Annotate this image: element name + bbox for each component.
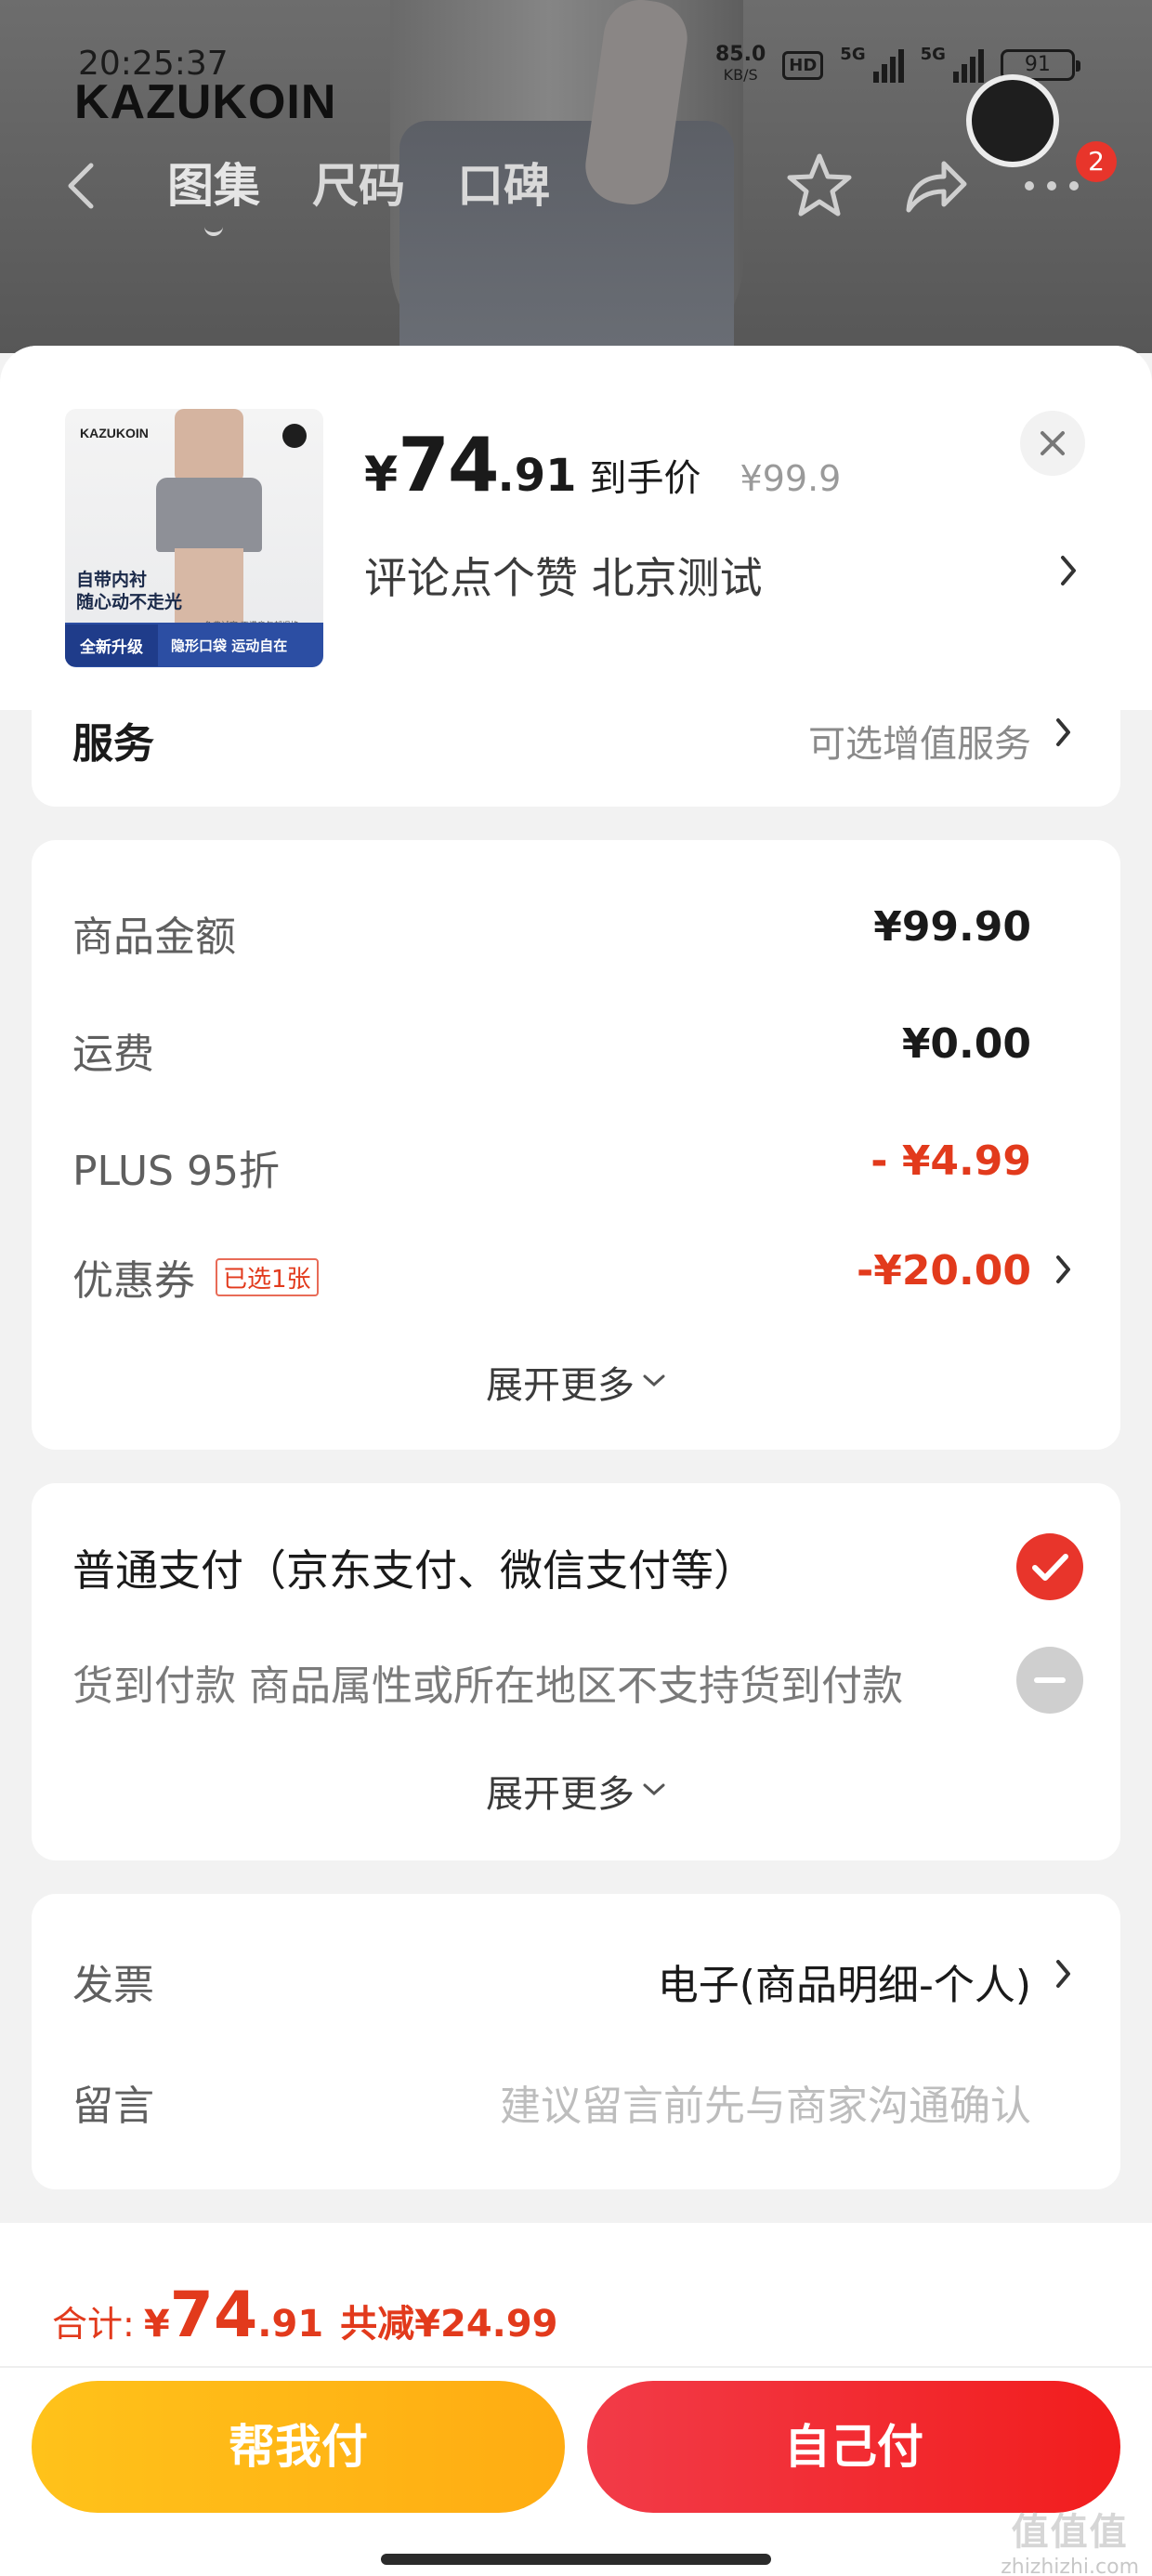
chevron-right-icon <box>1056 1960 1070 1988</box>
price-row: ¥ 74 .91 到手价 ¥99.9 <box>364 422 841 508</box>
total-summary: 合计: ¥ 74 .91 共减¥24.99 <box>52 2279 558 2352</box>
close-button[interactable] <box>1020 411 1085 476</box>
product-gallery-backdrop: 20:25:37 KAZUKOIN 85.0 KB/S HD 5G 5G 91 … <box>0 0 1152 353</box>
payment-disabled-indicator <box>1016 1647 1083 1714</box>
brand-logo: KAZUKOIN <box>74 75 337 129</box>
amount-row-shipping: 运费 ¥0.00 <box>72 1020 1031 1078</box>
chevron-down-icon <box>643 1783 665 1796</box>
thumb-bar: 全新升级 隐形口袋 运动自在 <box>65 623 323 667</box>
expand-more-payment[interactable]: 展开更多 <box>32 1764 1120 1818</box>
total-label: 合计: <box>52 2304 135 2345</box>
minus-icon <box>1034 1677 1066 1683</box>
back-arrow-icon[interactable] <box>56 158 111 214</box>
chevron-down-icon <box>643 1374 665 1387</box>
amount-card: 商品金额 ¥99.90 运费 ¥0.00 PLUS 95折 - ¥4.99 优惠… <box>32 840 1120 1450</box>
sku-selector[interactable]: 评论点个赞 北京测试 <box>364 545 763 606</box>
expand-more-amounts[interactable]: 展开更多 <box>32 1355 1120 1409</box>
service-card[interactable]: 服务 可选增值服务 <box>32 710 1120 807</box>
signal-icon-2 <box>952 47 984 83</box>
signal-icon <box>872 47 904 83</box>
price-decimal: .91 <box>497 450 577 502</box>
home-indicator[interactable] <box>381 2554 771 2565</box>
thumb-brand: KAZUKOIN <box>80 426 149 440</box>
more-dots-icon[interactable] <box>1015 149 1089 223</box>
favorite-star-icon[interactable] <box>782 149 857 223</box>
total-integer: 74 <box>169 2279 258 2352</box>
checkout-bar: 合计: ¥ 74 .91 共减¥24.99 帮我付 自己付 值值值 zhizhi… <box>0 2223 1152 2576</box>
payment-option-normal[interactable]: 普通支付（京东支付、微信支付等） <box>72 1537 756 1598</box>
amount-row-coupon[interactable]: 优惠券 已选1张 -¥20.00 <box>72 1247 1120 1307</box>
thumb-tagline: 自带内衬 随心动不走光 <box>76 570 183 612</box>
chevron-right-icon <box>1056 718 1070 746</box>
product-thumbnail[interactable]: KAZUKOIN 自带内衬 随心动不走光 免费试穿 不满意包邮退换 全新升级 隐… <box>65 409 323 667</box>
service-value: 可选增值服务 <box>808 723 1031 766</box>
help-me-pay-button[interactable]: 帮我付 <box>32 2381 565 2513</box>
top-nav: 图集 尺码 口碑 <box>0 149 1152 223</box>
hd-icon: HD <box>782 50 824 80</box>
service-label: 服务 <box>72 720 154 768</box>
payment-selected-check[interactable] <box>1016 1533 1083 1600</box>
invoice-note-card: 发票 电子(商品明细-个人) 留言 建议留言前先与商家沟通确认 <box>32 1894 1120 2189</box>
payment-card: 普通支付（京东支付、微信支付等） 货到付款 商品属性或所在地区不支持货到付款 展… <box>32 1483 1120 1860</box>
total-currency: ¥ <box>143 2303 170 2346</box>
network-type-2: 5G <box>920 45 946 64</box>
coupon-selected-tag: 已选1张 <box>216 1258 319 1296</box>
price-currency: ¥ <box>364 447 399 503</box>
original-price: ¥99.9 <box>740 458 842 499</box>
checkmark-icon <box>1032 1554 1068 1581</box>
pay-myself-button[interactable]: 自己付 <box>587 2381 1120 2513</box>
network-type-1: 5G <box>840 45 866 64</box>
price-label: 到手价 <box>589 457 701 500</box>
note-row: 留言 建议留言前先与商家沟通确认 <box>72 2072 1120 2132</box>
share-icon[interactable] <box>897 149 972 223</box>
chevron-right-icon[interactable] <box>1057 552 1080 589</box>
chevron-right-icon <box>1056 1255 1070 1283</box>
gallery-tabs: 图集 尺码 口碑 <box>167 149 550 216</box>
thumb-logo-icon <box>282 424 307 448</box>
tab-reviews[interactable]: 口碑 <box>457 149 550 216</box>
watermark: 值值值 zhizhizhi.com <box>1001 2511 1139 2576</box>
invoice-row[interactable]: 发票 电子(商品明细-个人) <box>72 1952 1120 2011</box>
tab-gallery[interactable]: 图集 <box>167 149 260 216</box>
product-summary: KAZUKOIN 自带内衬 随心动不走光 免费试穿 不满意包邮退换 全新升级 隐… <box>0 346 1152 710</box>
amount-row-goods: 商品金额 ¥99.90 <box>72 903 1031 961</box>
total-decimal: .91 <box>257 2303 324 2346</box>
tab-size[interactable]: 尺码 <box>312 149 405 216</box>
payment-option-cod: 货到付款 商品属性或所在地区不支持货到付款 <box>72 1663 903 1710</box>
close-icon <box>1041 431 1065 455</box>
thumb-legs <box>175 548 243 623</box>
note-input[interactable]: 建议留言前先与商家沟通确认 <box>500 2072 1031 2132</box>
invoice-value: 电子(商品明细-个人) <box>657 1962 1031 2009</box>
amount-row-plus-discount: PLUS 95折 - ¥4.99 <box>72 1137 1031 1195</box>
thumb-skirt <box>156 478 262 552</box>
divider <box>0 2366 1152 2368</box>
total-reduction: 共减¥24.99 <box>340 2303 558 2346</box>
net-speed: 85.0 KB/S <box>715 43 766 85</box>
thumb-torso <box>175 409 243 483</box>
price-integer: 74 <box>398 422 499 508</box>
